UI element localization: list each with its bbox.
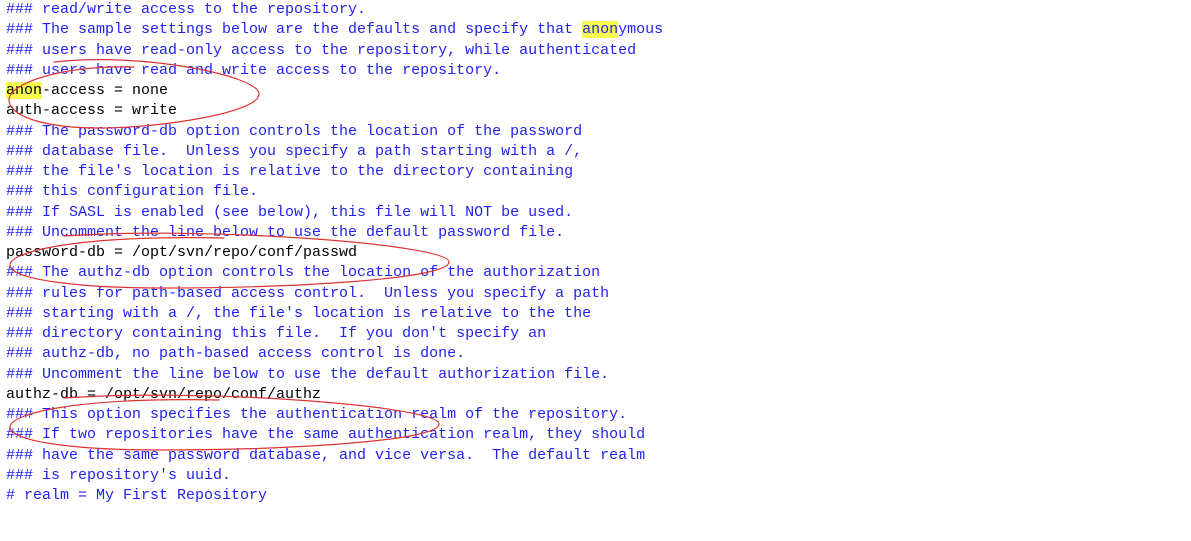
code-line: # realm = My First Repository	[6, 486, 1185, 506]
code-line: anon-access = none	[6, 81, 1185, 101]
text-segment: ### this configuration file.	[6, 183, 258, 200]
text-segment: -access = none	[42, 82, 168, 99]
code-line: ### directory containing this file. If y…	[6, 324, 1185, 344]
text-segment: ### the file's location is relative to t…	[6, 163, 573, 180]
code-line: ### Uncomment the line below to use the …	[6, 223, 1185, 243]
text-segment: # realm = My First Repository	[6, 487, 267, 504]
text-segment: ### starting with a /, the file's locati…	[6, 305, 591, 322]
text-segment: authz-db = /opt/svn/repo/conf/authz	[6, 386, 321, 403]
code-line: password-db = /opt/svn/repo/conf/passwd	[6, 243, 1185, 263]
text-segment: ### database file. Unless you specify a …	[6, 143, 582, 160]
text-segment: ### Uncomment the line below to use the …	[6, 224, 564, 241]
code-line: ### rules for path-based access control.…	[6, 284, 1185, 304]
code-line: ### the file's location is relative to t…	[6, 162, 1185, 182]
code-line: ### this configuration file.	[6, 182, 1185, 202]
code-line: ### have the same password database, and…	[6, 446, 1185, 466]
code-line: ### users have read and write access to …	[6, 61, 1185, 81]
code-line: ### The password-db option controls the …	[6, 122, 1185, 142]
code-line: ### is repository's uuid.	[6, 466, 1185, 486]
code-line: ### Uncomment the line below to use the …	[6, 365, 1185, 385]
text-segment: ### users have read-only access to the r…	[6, 42, 636, 59]
code-line: auth-access = write	[6, 101, 1185, 121]
code-line: ### The sample settings below are the de…	[6, 20, 1185, 40]
text-segment: ### have the same password database, and…	[6, 447, 645, 464]
text-segment: anon	[582, 21, 618, 38]
text-segment: ### users have read and write access to …	[6, 62, 501, 79]
text-segment: auth-access = write	[6, 102, 177, 119]
code-line: ### users have read-only access to the r…	[6, 41, 1185, 61]
text-segment: anon	[6, 82, 42, 99]
text-segment: ### authz-db, no path-based access contr…	[6, 345, 465, 362]
code-line: ### read/write access to the repository.	[6, 0, 1185, 20]
text-segment: ### The sample settings below are the de…	[6, 21, 582, 38]
text-segment: ### The authz-db option controls the loc…	[6, 264, 600, 281]
text-segment: ymous	[618, 21, 663, 38]
text-segment: ### If SASL is enabled (see below), this…	[6, 204, 573, 221]
text-segment: ### is repository's uuid.	[6, 467, 231, 484]
text-segment: ### read/write access to the repository.	[6, 1, 366, 18]
text-segment: ### directory containing this file. If y…	[6, 325, 546, 342]
text-segment: ### Uncomment the line below to use the …	[6, 366, 609, 383]
text-segment: ### If two repositories have the same au…	[6, 426, 645, 443]
text-segment: ### rules for path-based access control.…	[6, 285, 609, 302]
code-line: ### This option specifies the authentica…	[6, 405, 1185, 425]
code-line: ### If SASL is enabled (see below), this…	[6, 203, 1185, 223]
code-line: ### database file. Unless you specify a …	[6, 142, 1185, 162]
text-segment: ### This option specifies the authentica…	[6, 406, 627, 423]
code-line: ### The authz-db option controls the loc…	[6, 263, 1185, 283]
code-line: ### If two repositories have the same au…	[6, 425, 1185, 445]
code-line: authz-db = /opt/svn/repo/conf/authz	[6, 385, 1185, 405]
config-file-view: ### read/write access to the repository.…	[0, 0, 1191, 506]
code-line: ### authz-db, no path-based access contr…	[6, 344, 1185, 364]
text-segment: password-db = /opt/svn/repo/conf/passwd	[6, 244, 357, 261]
text-segment: ### The password-db option controls the …	[6, 123, 582, 140]
code-line: ### starting with a /, the file's locati…	[6, 304, 1185, 324]
